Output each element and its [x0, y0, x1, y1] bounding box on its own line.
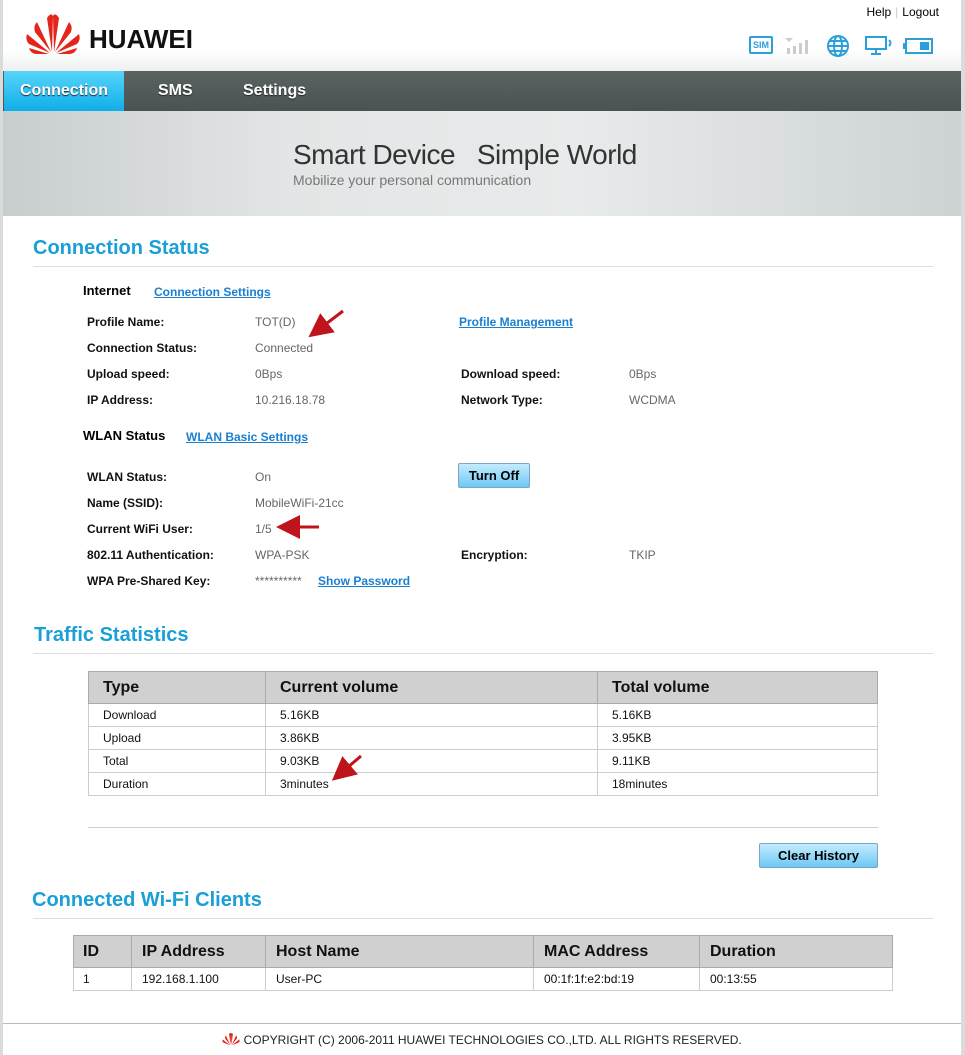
tab-settings[interactable]: Settings	[243, 71, 306, 111]
table-row: Download 5.16KB 5.16KB	[88, 703, 878, 727]
clients-table: ID IP Address Host Name MAC Address Dura…	[73, 935, 893, 991]
header: HUAWEI Help | Logout SIM	[3, 0, 961, 71]
divider: |	[895, 5, 899, 19]
column-header: MAC Address	[533, 935, 700, 968]
network-type-label: Network Type:	[461, 393, 543, 407]
cell: 00:13:55	[699, 967, 893, 991]
authentication-value: WPA-PSK	[255, 548, 310, 562]
connection-status-heading: Connection Status	[33, 237, 210, 259]
cell: 5.16KB	[597, 703, 878, 727]
annotation-arrow-icon	[308, 309, 344, 338]
cell: Duration	[88, 772, 266, 796]
cell: Total	[88, 749, 266, 773]
cell: 3.86KB	[265, 726, 598, 750]
upload-speed-value: 0Bps	[255, 367, 283, 381]
divider	[3, 1023, 961, 1024]
profile-name-label: Profile Name:	[87, 315, 165, 329]
sim-icon: SIM	[749, 36, 773, 54]
page: HUAWEI Help | Logout SIM Connection SMS Se…	[3, 0, 961, 1055]
cell: 9.03KB	[265, 749, 598, 773]
column-header: Type	[88, 671, 266, 704]
signal-strength-icon	[785, 38, 808, 54]
table-row: 1 192.168.1.100 User-PC 00:1f:1f:e2:bd:1…	[73, 967, 893, 991]
wlan-status-label: WLAN Status:	[87, 470, 167, 484]
download-speed-value: 0Bps	[629, 367, 657, 381]
clear-history-button[interactable]: Clear History	[759, 843, 878, 868]
wlan-basic-settings-link[interactable]: WLAN Basic Settings	[186, 430, 308, 444]
main-nav: Connection SMS Settings	[3, 71, 961, 111]
tab-connection[interactable]: Connection	[4, 71, 124, 111]
ssid-label: Name (SSID):	[87, 496, 164, 510]
top-links: Help | Logout	[866, 5, 939, 19]
connection-status-label: Connection Status:	[87, 341, 197, 355]
turn-off-button[interactable]: Turn Off	[458, 463, 530, 488]
brand-name: HUAWEI	[89, 24, 193, 54]
divider	[33, 918, 933, 919]
column-header: Host Name	[265, 935, 534, 968]
wlan-heading: WLAN Status	[83, 428, 166, 443]
banner-title: Smart Device Simple World	[293, 139, 637, 170]
wifi-users-value: 1/5	[255, 522, 272, 536]
profile-management-link[interactable]: Profile Management	[459, 315, 573, 329]
wifi-clients-heading: Connected Wi-Fi Clients	[32, 889, 262, 911]
wifi-device-icon	[865, 36, 892, 55]
column-header: Total volume	[597, 671, 878, 704]
ssid-value: MobileWiFi-21cc	[255, 496, 344, 510]
upload-speed-label: Upload speed:	[87, 367, 170, 381]
ip-address-value: 10.216.18.78	[255, 393, 326, 407]
huawei-flower-icon	[222, 1033, 240, 1046]
psk-label: WPA Pre-Shared Key:	[87, 574, 211, 588]
authentication-label: 802.11 Authentication:	[87, 548, 214, 562]
divider	[88, 827, 878, 828]
column-header: IP Address	[131, 935, 266, 968]
table-row: Upload 3.86KB 3.95KB	[88, 726, 878, 750]
cell: 192.168.1.100	[131, 967, 266, 991]
huawei-logo	[25, 12, 81, 59]
column-header: Current volume	[265, 671, 598, 704]
tab-sms[interactable]: SMS	[158, 71, 193, 111]
encryption-label: Encryption:	[461, 548, 528, 562]
encryption-value: TKIP	[629, 548, 656, 562]
cell: 5.16KB	[265, 703, 598, 727]
cell: 9.11KB	[597, 749, 878, 773]
internet-heading: Internet	[83, 283, 131, 298]
table-row: Total 9.03KB 9.11KB	[88, 749, 878, 773]
psk-value: **********	[255, 574, 302, 588]
logout-link[interactable]: Logout	[902, 5, 939, 19]
copyright-text: COPYRIGHT (C) 2006-2011 HUAWEI TECHNOLOG…	[243, 1033, 742, 1047]
traffic-statistics-heading: Traffic Statistics	[34, 624, 189, 646]
network-type-value: WCDMA	[629, 393, 676, 407]
cell: 3.95KB	[597, 726, 878, 750]
table-row: Duration 3minutes 18minutes	[88, 772, 878, 796]
profile-name-value: TOT(D)	[255, 315, 296, 329]
cell: 3minutes	[265, 772, 598, 796]
divider	[33, 266, 933, 267]
footer: COPYRIGHT (C) 2006-2011 HUAWEI TECHNOLOG…	[3, 1032, 961, 1047]
huawei-flower-icon	[26, 14, 80, 54]
traffic-table: Type Current volume Total volume Downloa…	[88, 671, 878, 796]
connection-settings-link[interactable]: Connection Settings	[154, 285, 271, 299]
cell: Download	[88, 703, 266, 727]
internet-globe-icon	[827, 35, 849, 57]
cell: 1	[73, 967, 132, 991]
column-header: Duration	[699, 935, 893, 968]
cell: 00:1f:1f:e2:bd:19	[533, 967, 700, 991]
divider	[33, 653, 933, 654]
ip-address-label: IP Address:	[87, 393, 154, 407]
cell: Upload	[88, 726, 266, 750]
download-speed-label: Download speed:	[461, 367, 561, 381]
connection-status-value: Connected	[255, 341, 314, 355]
banner-subtitle: Mobilize your personal communication	[293, 172, 532, 188]
cell: User-PC	[265, 967, 534, 991]
show-password-link[interactable]: Show Password	[318, 574, 410, 588]
banner: Smart Device Simple World Mobilize your …	[3, 111, 961, 216]
help-link[interactable]: Help	[866, 5, 891, 19]
column-header: ID	[73, 935, 132, 968]
wlan-status-value: On	[255, 470, 272, 484]
wifi-users-label: Current WiFi User:	[87, 522, 193, 536]
battery-icon	[903, 38, 933, 54]
cell: 18minutes	[597, 772, 878, 796]
